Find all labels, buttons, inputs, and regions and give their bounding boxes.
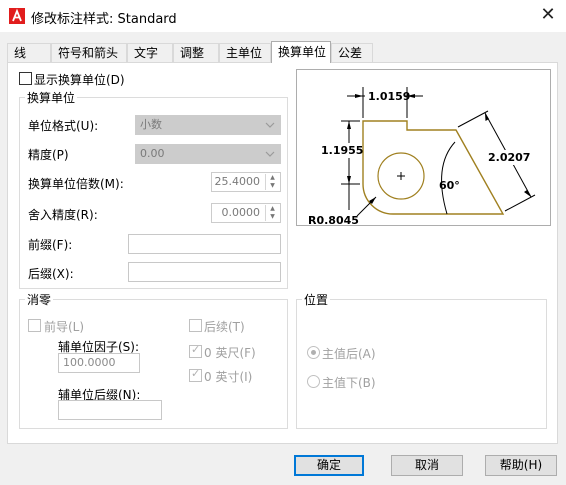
tab-alternate-units[interactable]: 换算单位 (271, 41, 331, 63)
placement-group (296, 299, 547, 429)
suffix-input[interactable] (128, 262, 281, 282)
unit-format-select[interactable]: 小数 (135, 115, 281, 135)
dim-top-label: 1.0159 (368, 90, 410, 103)
display-alt-units-label: 显示换算单位(D) (34, 73, 125, 87)
trailing-label: 后续(T) (204, 320, 245, 334)
leading-label: 前导(L) (44, 320, 85, 334)
below-primary-label: 主值下(B) (322, 376, 376, 390)
round-off-value: 0.0000 (221, 206, 261, 219)
unit-format-value: 小数 (140, 118, 162, 131)
prefix-input[interactable] (128, 234, 281, 254)
leading-checkbox[interactable] (28, 319, 41, 332)
inches-checkbox[interactable]: ✓ (189, 367, 202, 382)
autocad-logo-icon (9, 8, 25, 24)
alt-units-group-title: 换算单位 (25, 89, 78, 106)
chevron-down-icon (265, 151, 275, 157)
window-title: 修改标注样式: Standard (31, 12, 177, 27)
dim-right-label: 2.0207 (488, 151, 530, 164)
radio-selected-icon (311, 350, 316, 355)
unit-format-label: 单位格式(U): (28, 119, 99, 133)
radius-label: R0.8045 (308, 214, 359, 225)
display-alt-units-checkbox[interactable] (19, 72, 32, 85)
help-button[interactable]: 帮助(H) (485, 455, 557, 476)
check-icon: ✓ (191, 367, 201, 380)
preview-drawing: 1.0159 1.1955 2.0207 60° R0.8045 (308, 87, 536, 227)
angle-label: 60° (439, 179, 460, 192)
close-button[interactable]: ✕ (530, 0, 566, 32)
ok-button[interactable]: 确定 (294, 455, 364, 476)
multiplier-value: 25.4000 (214, 175, 261, 188)
multiplier-label: 换算单位倍数(M): (28, 177, 124, 191)
zero-suppression-group-title: 消零 (25, 291, 54, 308)
after-primary-label: 主值后(A) (322, 347, 376, 361)
after-primary-radio[interactable] (307, 346, 320, 359)
chevron-down-icon (265, 122, 275, 128)
feet-label: 0 英尺(F) (204, 346, 256, 360)
multiplier-stepper[interactable]: 25.4000 ▲ ▼ (211, 172, 281, 192)
feet-checkbox[interactable]: ✓ (189, 343, 202, 358)
spin-up-icon[interactable]: ▲ (266, 174, 279, 182)
precision-value: 0.00 (140, 147, 165, 160)
check-icon: ✓ (191, 343, 201, 356)
below-primary-radio[interactable] (307, 375, 320, 388)
spin-up-icon[interactable]: ▲ (266, 205, 279, 213)
placement-group-title: 位置 (302, 291, 331, 308)
tab-symbols-arrows[interactable]: 符号和箭头 (51, 43, 127, 62)
multiplier-spin-buttons[interactable]: ▲ ▼ (265, 174, 279, 190)
suffix-label: 后缀(X): (28, 267, 74, 281)
inches-label: 0 英寸(I) (204, 370, 253, 384)
prefix-label: 前缀(F): (28, 238, 73, 252)
tab-text[interactable]: 文字 (127, 43, 173, 62)
round-off-stepper[interactable]: 0.0000 ▲ ▼ (211, 203, 281, 223)
spin-down-icon[interactable]: ▼ (266, 213, 279, 221)
precision-label: 精度(P) (28, 148, 69, 162)
spin-down-icon[interactable]: ▼ (266, 182, 279, 190)
trailing-checkbox[interactable] (189, 319, 202, 332)
tab-primary-units[interactable]: 主单位 (219, 43, 271, 62)
round-off-label: 舍入精度(R): (28, 208, 98, 222)
precision-select[interactable]: 0.00 (135, 144, 281, 164)
sub-unit-suffix-input[interactable] (58, 400, 162, 420)
dimension-preview: 1.0159 1.1955 2.0207 60° R0.8045 (296, 69, 551, 227)
cancel-button[interactable]: 取消 (391, 455, 463, 476)
tab-lines[interactable]: 线 (7, 43, 51, 62)
sub-unit-factor-input[interactable]: 100.0000 (58, 353, 140, 373)
tab-fit[interactable]: 调整 (173, 43, 219, 62)
dim-left-label: 1.1955 (321, 144, 363, 157)
tab-tolerances[interactable]: 公差 (331, 43, 373, 62)
round-off-spin-buttons[interactable]: ▲ ▼ (265, 205, 279, 221)
